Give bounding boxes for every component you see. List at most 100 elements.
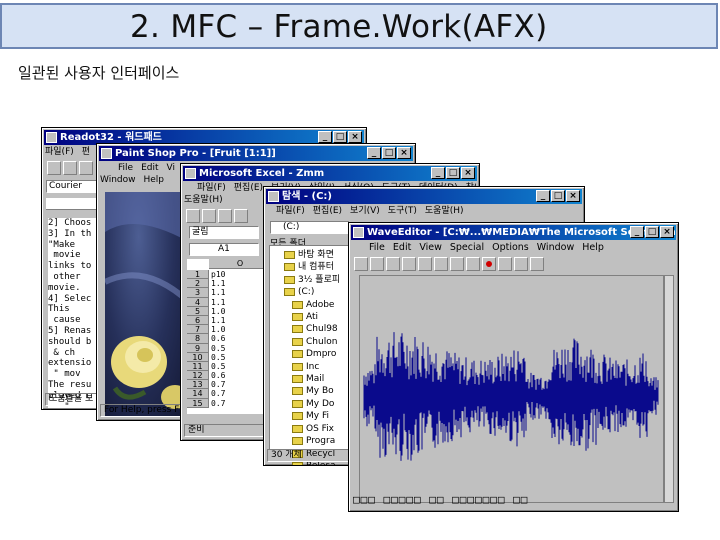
rewind-icon[interactable]: [434, 257, 448, 271]
row-header[interactable]: 12: [187, 371, 208, 381]
tree-item[interactable]: Chulon: [278, 336, 358, 348]
close-button[interactable]: ×: [348, 131, 362, 143]
address-box[interactable]: (C:): [270, 221, 350, 234]
menu-edit[interactable]: 편집(E): [313, 206, 342, 216]
menu-view[interactable]: Vi: [167, 163, 175, 173]
cell-value[interactable]: 1.1: [211, 298, 225, 307]
menu-view[interactable]: View: [419, 242, 442, 253]
tree-item[interactable]: Chul98: [278, 323, 358, 335]
row-header[interactable]: 4: [187, 298, 208, 307]
cell-value[interactable]: 0.7: [211, 380, 225, 389]
maximize-button[interactable]: □: [446, 167, 460, 179]
tree-item[interactable]: My Do: [278, 398, 358, 410]
open-icon[interactable]: [202, 209, 216, 223]
tree-item[interactable]: Ati: [278, 311, 358, 323]
save-icon[interactable]: [370, 257, 384, 271]
minimize-button[interactable]: _: [536, 190, 550, 202]
close-button[interactable]: ×: [461, 167, 475, 179]
save-icon[interactable]: [79, 161, 93, 175]
cell-value[interactable]: 0.5: [211, 344, 225, 353]
tree-item[interactable]: OS Fix: [278, 423, 358, 435]
menu-help[interactable]: Help: [144, 175, 165, 185]
close-button[interactable]: ×: [660, 226, 674, 238]
explorer-title-bar[interactable]: 탐색 - (C:) _ □ ×: [266, 189, 582, 204]
close-button[interactable]: ×: [397, 147, 411, 159]
minimize-button[interactable]: _: [318, 131, 332, 143]
tree-item[interactable]: 내 컴퓨터: [278, 261, 358, 273]
cell-value[interactable]: 0.7: [211, 399, 225, 408]
folder-tree[interactable]: 바탕 화면 내 컴퓨터 3½ 플로피 (C:) Adobe Ati Chul98 Chulon…: [278, 249, 358, 465]
tree-item[interactable]: Progra: [278, 435, 358, 447]
open-icon[interactable]: [63, 161, 77, 175]
cell-value[interactable]: 0.7: [211, 389, 225, 398]
tree-item[interactable]: (C:): [278, 286, 358, 298]
maximize-button[interactable]: □: [645, 226, 659, 238]
tree-item[interactable]: 바탕 화면: [278, 249, 358, 261]
row-header[interactable]: 15: [187, 399, 208, 408]
tree-item[interactable]: My Fi: [278, 410, 358, 422]
copy-icon[interactable]: [402, 257, 416, 271]
cell-value[interactable]: 0.5: [211, 353, 225, 362]
row-header[interactable]: 10: [187, 353, 208, 362]
row-header[interactable]: 14: [187, 389, 208, 399]
cell-value[interactable]: 1.0: [211, 307, 225, 316]
waveeditor-title-bar[interactable]: WaveEditor - [C:₩...₩MEDIA₩The Microsoft…: [351, 225, 676, 240]
print-icon[interactable]: [234, 209, 248, 223]
play-icon[interactable]: [450, 257, 464, 271]
menu-tools[interactable]: 도구(T): [388, 206, 417, 216]
minimize-button[interactable]: _: [630, 226, 644, 238]
menu-file[interactable]: 파일(F): [276, 206, 305, 216]
paste-icon[interactable]: [418, 257, 432, 271]
new-icon[interactable]: [47, 161, 61, 175]
menu-edit[interactable]: Edit: [393, 242, 411, 253]
column-header[interactable]: O: [209, 259, 271, 269]
tree-item[interactable]: Inc: [278, 361, 358, 373]
menu-options[interactable]: Options: [492, 242, 529, 253]
tree-item[interactable]: Dmpro: [278, 348, 358, 360]
tree-item[interactable]: Mail: [278, 373, 358, 385]
row-header[interactable]: 5: [187, 307, 208, 316]
menu-help[interactable]: Help: [582, 242, 604, 253]
waveeditor-window[interactable]: WaveEditor - [C:₩...₩MEDIA₩The Microsoft…: [348, 222, 679, 512]
cell-value[interactable]: 1.1: [211, 316, 225, 325]
cut-icon[interactable]: [386, 257, 400, 271]
menu-file[interactable]: File: [369, 242, 385, 253]
cell-value[interactable]: 1.0: [211, 325, 225, 334]
maximize-button[interactable]: □: [333, 131, 347, 143]
tree-item[interactable]: 3½ 플로피: [278, 274, 358, 286]
pause-icon[interactable]: [498, 257, 512, 271]
paintshop-title-bar[interactable]: Paint Shop Pro - [Fruit [1:1]] _ □ ×: [99, 146, 413, 161]
menu-file[interactable]: 파일(F): [197, 183, 226, 193]
menu-edit[interactable]: Edit: [141, 163, 158, 173]
excel-title-bar[interactable]: Microsoft Excel - Zmm _ □ ×: [183, 166, 477, 181]
row-header[interactable]: 11: [187, 362, 208, 372]
menu-help[interactable]: 도움말(H): [425, 206, 464, 216]
vertical-scrollbar[interactable]: [664, 275, 674, 503]
menu-special[interactable]: Special: [450, 242, 484, 253]
row-header[interactable]: 8: [187, 334, 208, 344]
tree-item[interactable]: My Bo: [278, 385, 358, 397]
settings-icon[interactable]: [530, 257, 544, 271]
maximize-button[interactable]: □: [551, 190, 565, 202]
menu-window[interactable]: Window: [537, 242, 574, 253]
cell-value[interactable]: 0.6: [211, 334, 225, 343]
row-header[interactable]: 2: [187, 279, 208, 289]
row-header[interactable]: 3: [187, 288, 208, 298]
waveform-display[interactable]: [359, 275, 664, 503]
name-box[interactable]: A1: [189, 243, 259, 256]
menu-help[interactable]: 도움말(H): [184, 195, 223, 205]
open-icon[interactable]: [354, 257, 368, 271]
save-icon[interactable]: [218, 209, 232, 223]
cell-value[interactable]: 0.6: [211, 371, 225, 380]
row-header[interactable]: 7: [187, 325, 208, 335]
new-icon[interactable]: [186, 209, 200, 223]
stop-icon[interactable]: [466, 257, 480, 271]
font-name-box[interactable]: Courier: [46, 180, 100, 193]
menu-file[interactable]: File: [118, 163, 133, 173]
row-header[interactable]: 1: [187, 270, 208, 280]
menu-edit[interactable]: 편집(E): [234, 183, 263, 193]
cell-value[interactable]: 1.1: [211, 288, 225, 297]
menu-file[interactable]: 파일(F): [45, 147, 74, 157]
menu-view[interactable]: 보기(V): [350, 206, 380, 216]
tree-item[interactable]: Adobe: [278, 299, 358, 311]
